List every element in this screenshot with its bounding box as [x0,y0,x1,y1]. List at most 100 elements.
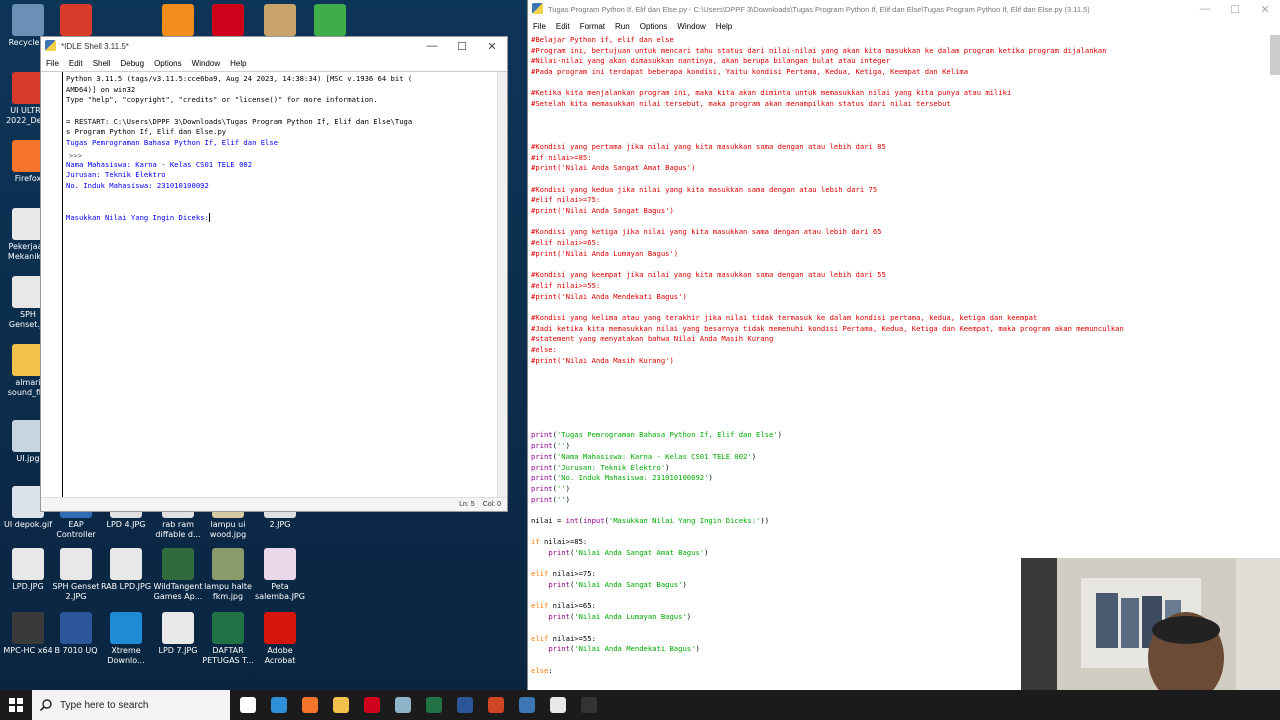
code-token: ) [565,483,570,493]
code-token: print [531,494,553,504]
shell-menu-options[interactable]: Options [154,59,182,68]
taskbar-search[interactable]: Type here to search [32,690,230,720]
shell-body: >>> Python 3.11.5 (tags/v3.11.5:cce6ba9,… [41,71,507,497]
code-token: #Kondisi yang keempat jika nilai yang ki… [531,270,886,280]
shell-line: Python 3.11.5 (tags/v3.11.5:cce6ba9, Aug… [66,74,413,83]
desktop-shortcut[interactable]: RAB LPD.JPG [98,548,154,592]
shell-titlebar[interactable]: *IDLE Shell 3.11.5* — ☐ ✕ [41,37,507,55]
shell-scrollbar[interactable] [497,72,507,497]
taskbar-app[interactable] [325,690,356,720]
shell-menu-shell[interactable]: Shell [93,59,111,68]
close-icon[interactable]: ✕ [1250,0,1280,18]
close-icon[interactable]: ✕ [477,37,507,55]
taskbar-app[interactable] [294,690,325,720]
start-button[interactable] [0,690,32,720]
app-icon [264,4,296,36]
word-doc-icon [60,612,92,644]
editor-titlebar[interactable]: Tugas Program Python If, Elif dan Else.p… [528,0,1280,18]
taskbar-app[interactable] [511,690,542,720]
desktop-shortcut-label: rab ram diffable d... [155,520,201,539]
chart-app-icon [314,4,346,36]
maximize-icon[interactable]: ☐ [447,37,477,55]
excel-icon [212,612,244,644]
editor-menu-window[interactable]: Window [677,22,705,31]
code-line: #elif nilai>=75: [531,195,1280,206]
desktop-shortcut[interactable]: WildTangent Games Ap... [150,548,206,602]
code-token: print [548,580,570,590]
taskbar-app[interactable] [573,690,604,720]
desktop-shortcut[interactable]: Peta salemba.JPG [252,548,308,602]
shell-menu-debug[interactable]: Debug [120,59,144,68]
taskbar-app[interactable] [263,690,294,720]
desktop-shortcut-label: DAFTAR PETUGAS T... [202,646,254,665]
desktop-shortcut-label: B 7010 UQ [54,646,98,655]
code-token: #print('Nilai Anda Sangat Amat Bagus') [531,163,696,173]
desktop-shortcut[interactable]: LPD 7.JPG [150,612,206,656]
code-token: print [531,462,553,472]
code-line: #print('Nilai Anda Sangat Bagus') [531,206,1280,217]
taskbar-app[interactable] [480,690,511,720]
shell-line: Jurusan: Teknik Elektro [66,170,166,180]
taskbar-app[interactable] [418,690,449,720]
desktop-shortcut[interactable]: lampu halte fkm.jpg [200,548,256,602]
search-icon [40,699,52,711]
minimize-icon[interactable]: — [1190,0,1220,18]
shell-menu-window[interactable]: Window [192,59,220,68]
editor-menu-run[interactable]: Run [615,22,630,31]
code-line: #Nilai-nilai yang akan dimasukkan nantin… [531,56,1280,67]
desktop-shortcut[interactable]: Xtreme Downlo... [98,612,154,666]
code-line: nilai = int(input('Masukkan Nilai Yang I… [531,516,1280,527]
code-token: ) [665,462,670,472]
code-token: #elif nilai>=55: [531,280,601,290]
editor-menu-edit[interactable]: Edit [556,22,570,31]
shell-line: AMD64)] on win32 [66,84,136,94]
search-input[interactable]: Type here to search [60,700,148,711]
desktop-shortcut[interactable]: Adobe Acrobat [252,612,308,666]
desktop-shortcut[interactable]: SPH Genset 2.JPG [48,548,104,602]
code-line: #Setelah kita memasukkan nilai tersebut,… [531,99,1280,110]
minimize-icon[interactable]: — [417,37,447,55]
shell-output[interactable]: Python 3.11.5 (tags/v3.11.5:cce6ba9, Aug… [63,72,497,497]
code-token: #elif nilai>=65: [531,238,601,248]
code-token: #print('Nilai Anda Mendekati Bagus') [531,291,687,301]
shell-menu-edit[interactable]: Edit [69,59,83,68]
taskbar-app[interactable] [356,690,387,720]
code-token: 'Nilai Anda Sangat Amat Bagus' [574,548,705,557]
code-token: 'Nilai Anda Lumayan Bagus' [574,612,687,622]
editor-menu-format[interactable]: Format [580,22,605,31]
shell-menu-help[interactable]: Help [230,59,246,68]
code-token: int [565,515,579,525]
desktop-shortcut[interactable]: B 7010 UQ [48,612,104,656]
code-token: #Belajar Python if, elif dan else [531,35,674,44]
desktop-shortcut[interactable]: DAFTAR PETUGAS T... [200,612,256,666]
shell-line: = RESTART: C:\Users\DPPF 3\Downloads\Tug… [66,116,413,126]
code-line: if nilai>=85: [531,537,1280,548]
desktop-shortcut-label: EAP Controller [56,520,96,539]
taskbar-app[interactable] [542,690,573,720]
code-line: #else: [531,345,1280,356]
code-token: ) [751,451,757,461]
taskbar-app[interactable] [449,690,480,720]
editor-menu-help[interactable]: Help [716,22,732,31]
editor-scrollbar[interactable] [1270,35,1280,75]
task-view-icon [239,697,256,713]
taskbar-app[interactable] [232,690,263,720]
maximize-icon[interactable]: ☐ [1220,0,1250,18]
code-line: print('No. Induk Mahasiswa: 231010100092… [531,473,1280,484]
line-number: Ln: 5 [459,501,475,508]
shell-menu-file[interactable]: File [46,59,59,68]
desktop-shortcut-label: RAB LPD.JPG [100,582,152,591]
image-file-icon [60,548,92,580]
taskbar-app[interactable] [387,690,418,720]
editor-menu-options[interactable]: Options [640,22,668,31]
file-explorer-icon [332,697,349,713]
code-line: #elif nilai>=55: [531,281,1280,292]
editor-menu-file[interactable]: File [533,22,546,31]
code-token: print [531,430,553,440]
